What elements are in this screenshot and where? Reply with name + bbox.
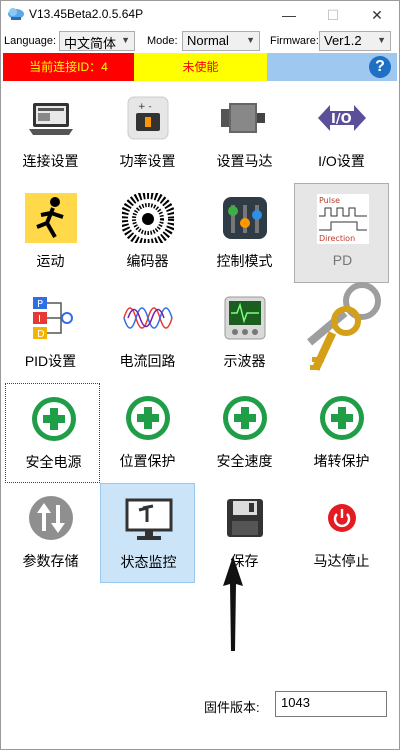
tile-label: 安全速度 [216, 453, 273, 469]
floppy-disk-icon [227, 499, 263, 537]
tile-label: 安全电源 [25, 454, 82, 470]
status-bar: 当前连接ID：4 未使能 ? [1, 53, 399, 81]
up-down-arrows-icon [29, 496, 73, 540]
tile-label: PD [332, 252, 353, 268]
options-bar: Language: 中文简体 ▼ Mode: Normal ▼ Firmware… [1, 29, 399, 53]
tile-label: 运动 [36, 253, 65, 269]
io-arrows-icon: I/O [318, 105, 366, 131]
tile-label: I/O设置 [318, 153, 365, 169]
enable-status: 未使能 [134, 53, 267, 81]
cloud-app-icon [8, 8, 24, 20]
pid-i-text: I [38, 314, 41, 325]
language-label: Language: [4, 35, 56, 47]
power-button-icon [328, 504, 356, 532]
green-cross-icon [223, 396, 267, 440]
pulse-direction-icon: Pulse Direction [317, 194, 369, 244]
tile-pd[interactable]: Pulse Direction PD [294, 183, 389, 283]
tile-label: PID设置 [24, 353, 77, 369]
firmware-select[interactable]: Ver1.2 ▼ [319, 31, 391, 51]
tile-pid-settings[interactable]: P I D PID设置 [3, 283, 98, 383]
firmware-value: Ver1.2 [324, 33, 362, 48]
green-cross-icon [32, 397, 76, 441]
tile-label: 示波器 [223, 353, 266, 369]
maximize-button[interactable]: ☐ [311, 1, 355, 29]
tile-oscilloscope[interactable]: 示波器 [197, 283, 292, 383]
keys-icon [307, 282, 381, 371]
firmware-label: Firmware: [270, 35, 319, 47]
tile-parameter-storage[interactable]: 参数存储 [3, 483, 98, 583]
mixer-knobs-icon [223, 197, 267, 239]
tile-motor-stop[interactable]: 马达停止 [294, 483, 389, 583]
tile-label: 马达停止 [313, 553, 370, 569]
chevron-down-icon: ▼ [121, 35, 130, 45]
tile-label: 编码器 [126, 253, 169, 269]
oscilloscope-icon [224, 296, 266, 340]
tile-status-monitor[interactable]: 状态监控 [100, 483, 195, 583]
title-bar: V13.45Beta2.0.5.64P — ☐ ✕ [1, 1, 399, 29]
tile-motor-settings[interactable]: 设置马达 [197, 83, 292, 183]
tile-label: 堵转保护 [313, 453, 370, 469]
tile-safe-power[interactable]: 安全电源 [5, 383, 100, 483]
tile-power-settings[interactable]: + - 功率设置 [100, 83, 195, 183]
tile-label: 参数存储 [22, 553, 79, 569]
help-button[interactable]: ? [369, 56, 391, 78]
connection-id-status: 当前连接ID：4 [3, 53, 134, 81]
svg-text:+ -: + - [138, 102, 152, 112]
chevron-down-icon: ▼ [246, 35, 255, 45]
annotation-arrow-icon [223, 556, 243, 651]
window-title: V13.45Beta2.0.5.64P [29, 7, 144, 21]
firmware-version-label: 固件版本: [204, 700, 260, 715]
mode-select[interactable]: Normal ▼ [182, 31, 260, 51]
monitor-icon [125, 498, 173, 540]
svg-text:I/O: I/O [331, 112, 352, 127]
mode-value: Normal [187, 33, 229, 48]
tile-encoder[interactable]: 编码器 [100, 183, 195, 283]
green-cross-icon [320, 396, 364, 440]
encoder-disc-icon [122, 193, 174, 243]
tile-label: 电流回路 [119, 353, 176, 369]
language-select[interactable]: 中文简体 ▼ [59, 31, 135, 51]
sine-waves-icon [123, 307, 173, 329]
pid-p-text: P [37, 299, 43, 310]
tile-connection-settings[interactable]: 连接设置 [3, 83, 98, 183]
tile-io-settings[interactable]: I/O I/O设置 [294, 83, 389, 183]
mode-label: Mode: [147, 35, 178, 47]
firmware-version-field[interactable]: 1043 [275, 691, 387, 717]
close-button[interactable]: ✕ [355, 1, 399, 29]
chevron-down-icon: ▼ [377, 35, 386, 45]
app-window: V13.45Beta2.0.5.64P — ☐ ✕ Language: 中文简体… [0, 0, 400, 750]
tile-control-mode[interactable]: 控制模式 [197, 183, 292, 283]
motor-icon [221, 103, 265, 133]
tile-label: 位置保护 [119, 453, 176, 469]
running-man-icon [25, 193, 77, 243]
tile-stall-protection[interactable]: 堵转保护 [294, 383, 389, 483]
tile-safe-speed[interactable]: 安全速度 [197, 383, 292, 483]
tile-label: 连接设置 [22, 153, 79, 169]
tile-position-protection[interactable]: 位置保护 [100, 383, 195, 483]
pd-direction-text: Direction [319, 234, 355, 243]
pid-blocks-icon: P I D [33, 297, 73, 340]
tile-keys[interactable] [294, 273, 389, 383]
minimize-button[interactable]: — [267, 1, 311, 29]
battery-icon: + - [127, 96, 169, 140]
language-value: 中文简体 [64, 36, 117, 51]
tile-label: 状态监控 [120, 554, 177, 570]
tile-label: 设置马达 [216, 153, 273, 169]
pd-pulse-text: Pulse [319, 196, 340, 205]
tile-motion[interactable]: 运动 [3, 183, 98, 283]
tile-label: 功率设置 [119, 153, 176, 169]
laptop-icon [29, 103, 73, 135]
green-cross-icon [126, 396, 170, 440]
tile-current-loop[interactable]: 电流回路 [100, 283, 195, 383]
tile-label: 控制模式 [216, 253, 273, 269]
pid-d-text: D [37, 329, 45, 340]
